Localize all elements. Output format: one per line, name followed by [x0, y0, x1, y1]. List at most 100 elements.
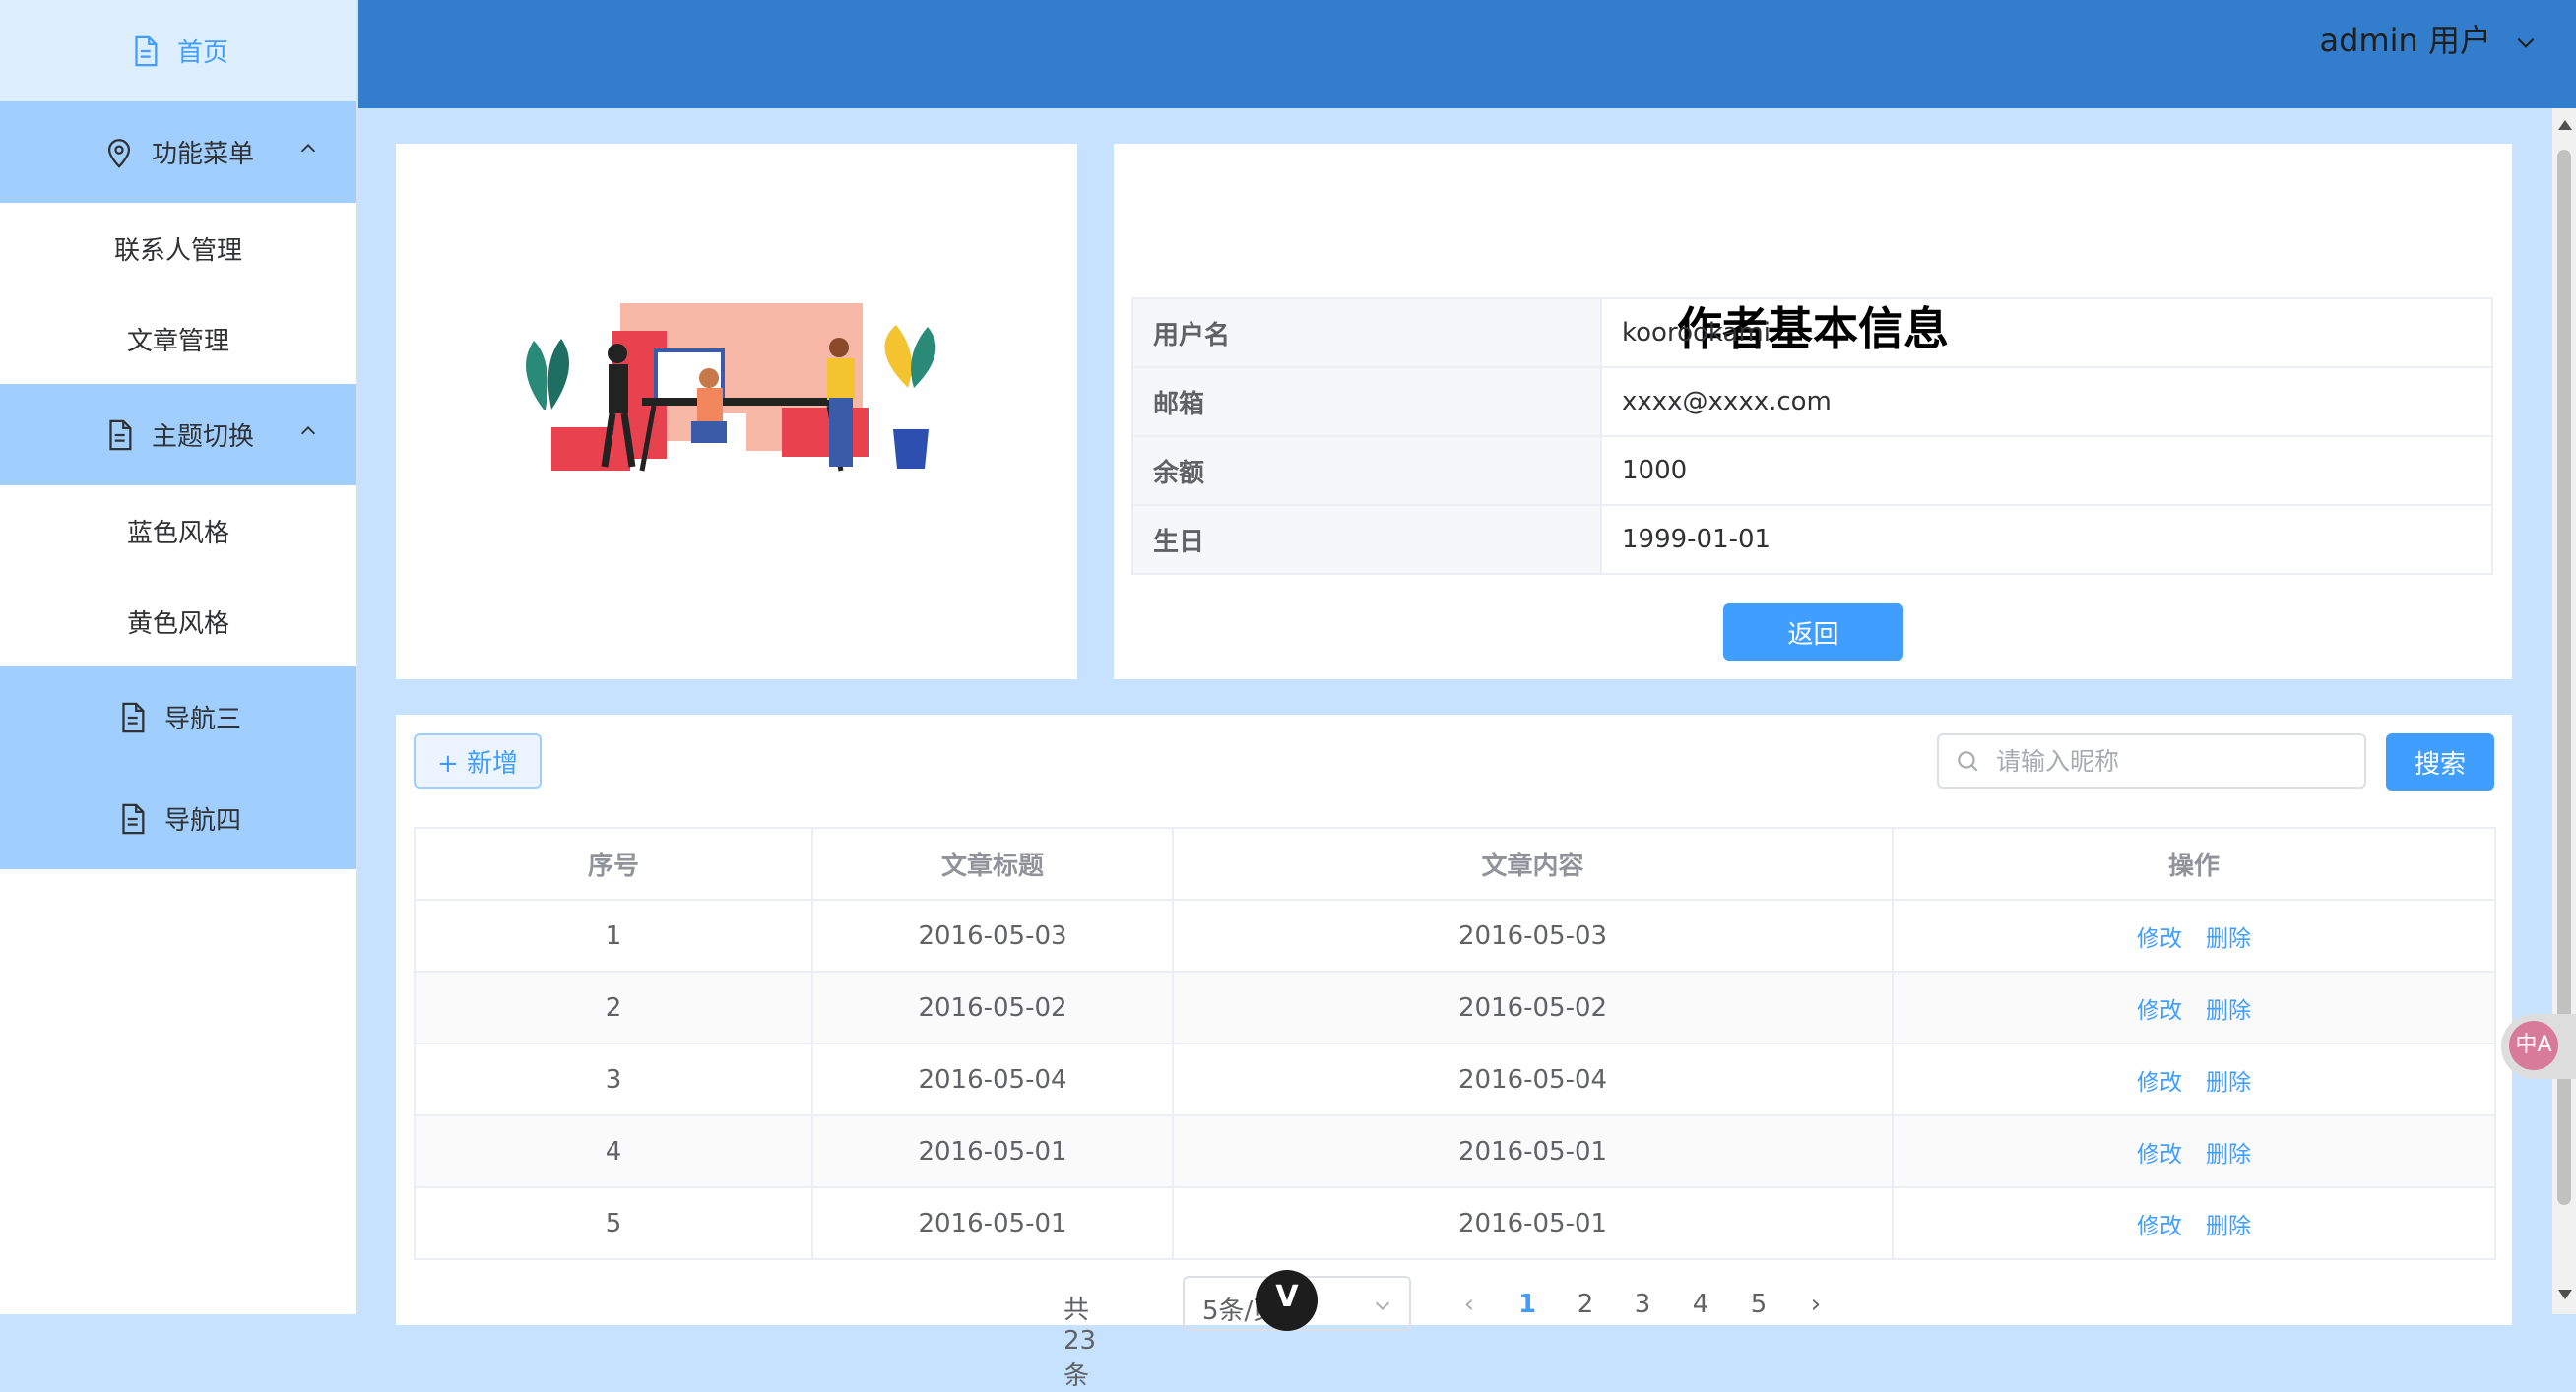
table-row: 3 2016-05-04 2016-05-04 修改 删除	[414, 1043, 2496, 1116]
table-row: 1 2016-05-03 2016-05-03 修改 删除	[414, 899, 2496, 973]
cell-actions: 修改 删除	[1892, 1043, 2496, 1116]
cell-index: 1	[414, 899, 813, 973]
sidebar-item-blue-theme[interactable]: 蓝色风格	[0, 485, 356, 576]
sidebar: 首页 功能菜单 联系人管理 文章管理 主题切换 蓝色风格 黄色风格 导航三 导航…	[0, 0, 358, 1314]
chevron-down-icon	[1372, 1294, 1393, 1315]
search-input[interactable]	[1994, 745, 2352, 777]
cell-index: 4	[414, 1114, 813, 1188]
team-illustration	[526, 303, 936, 472]
user-name: admin 用户	[2319, 22, 2491, 59]
author-info-table: 用户名 koorookami 邮箱 xxxx@xxxx.com 余额 1000 生日 1…	[1131, 297, 2493, 575]
sidebar-item-nav3[interactable]: 导航三	[0, 666, 356, 768]
sidebar-item-label: 主题切换	[151, 422, 254, 452]
pagination-total: 共 23 条	[1063, 1296, 1097, 1391]
sidebar-item-label: 黄色风格	[126, 608, 229, 639]
cell-content: 2016-05-03	[1172, 899, 1894, 973]
cell-actions: 修改 删除	[1892, 899, 2496, 973]
location-icon	[102, 136, 136, 169]
document-icon	[102, 418, 136, 452]
page-button-2[interactable]: 2	[1566, 1290, 1605, 1319]
page-scrollbar[interactable]	[2552, 108, 2576, 1314]
delete-link[interactable]: 删除	[2206, 926, 2251, 952]
cell-title: 2016-05-02	[811, 971, 1174, 1044]
illustration-card	[396, 144, 1077, 679]
cell-title: 2016-05-03	[811, 899, 1174, 973]
cell-title: 2016-05-04	[811, 1043, 1174, 1116]
sidebar-item-home[interactable]: 首页	[0, 0, 356, 101]
info-label: 余额	[1131, 435, 1602, 506]
delete-link[interactable]: 删除	[2206, 1214, 2251, 1239]
translate-icon: 中A	[2509, 1021, 2558, 1070]
translate-float-button[interactable]: 中A	[2501, 1014, 2576, 1079]
add-button[interactable]: + 新增	[414, 733, 542, 789]
chevron-up-icon	[297, 419, 319, 441]
cell-title: 2016-05-01	[811, 1186, 1174, 1260]
cell-actions: 修改 删除	[1892, 1186, 2496, 1260]
column-header: 文章标题	[811, 827, 1174, 901]
sidebar-item-label: 导航四	[163, 806, 241, 836]
cell-title: 2016-05-01	[811, 1114, 1174, 1188]
page-button-3[interactable]: 3	[1623, 1290, 1662, 1319]
page-button-1[interactable]: 1	[1508, 1290, 1547, 1319]
scroll-up-arrow[interactable]	[2558, 120, 2572, 130]
sidebar-item-yellow-theme[interactable]: 黄色风格	[0, 576, 356, 666]
table-row: 4 2016-05-01 2016-05-01 修改 删除	[414, 1114, 2496, 1188]
sidebar-item-label: 文章管理	[126, 326, 229, 356]
search-icon	[1955, 748, 1980, 774]
table-row: 5 2016-05-01 2016-05-01 修改 删除	[414, 1186, 2496, 1260]
delete-link[interactable]: 删除	[2206, 1070, 2251, 1096]
chevron-down-icon	[2513, 26, 2539, 51]
cell-actions: 修改 删除	[1892, 971, 2496, 1044]
vue-devtools-badge[interactable]: V	[1256, 1270, 1318, 1331]
edit-link[interactable]: 修改	[2137, 1142, 2182, 1168]
info-label: 邮箱	[1131, 366, 1602, 437]
column-header: 序号	[414, 827, 813, 901]
delete-link[interactable]: 删除	[2206, 998, 2251, 1024]
scroll-down-arrow[interactable]	[2558, 1290, 2572, 1299]
edit-link[interactable]: 修改	[2137, 1070, 2182, 1096]
cell-index: 3	[414, 1043, 813, 1116]
cell-content: 2016-05-01	[1172, 1114, 1894, 1188]
chevron-up-icon	[297, 137, 319, 158]
search-field[interactable]	[1937, 733, 2366, 789]
edit-link[interactable]: 修改	[2137, 1214, 2182, 1239]
edit-link[interactable]: 修改	[2137, 998, 2182, 1024]
page-button-4[interactable]: 4	[1681, 1290, 1720, 1319]
info-row: 余额 1000	[1131, 435, 2493, 506]
search-button[interactable]: 搜索	[2386, 733, 2494, 791]
sidebar-item-nav4[interactable]: 导航四	[0, 768, 356, 869]
sidebar-item-label: 首页	[176, 38, 228, 68]
sidebar-item-label: 联系人管理	[113, 235, 242, 266]
sidebar-submenu-theme[interactable]: 主题切换	[0, 384, 356, 485]
prev-page-button[interactable]: ‹	[1449, 1290, 1489, 1319]
page-button-5[interactable]: 5	[1739, 1290, 1778, 1319]
document-icon	[128, 34, 161, 68]
info-label: 用户名	[1131, 297, 1602, 368]
next-page-button[interactable]: ›	[1796, 1290, 1835, 1319]
sidebar-item-articles[interactable]: 文章管理	[0, 293, 356, 384]
cell-content: 2016-05-01	[1172, 1186, 1894, 1260]
document-icon	[115, 701, 149, 734]
top-header: admin 用户	[358, 0, 2576, 108]
cell-actions: 修改 删除	[1892, 1114, 2496, 1188]
article-table: 序号 文章标题 文章内容 操作 1 2016-05-03 2016-05-03 …	[414, 827, 2496, 1260]
table-header-row: 序号 文章标题 文章内容 操作	[414, 827, 2496, 901]
sidebar-item-contacts[interactable]: 联系人管理	[0, 203, 356, 293]
document-icon	[115, 802, 149, 836]
table-row: 2 2016-05-02 2016-05-02 修改 删除	[414, 971, 2496, 1044]
sidebar-item-label: 功能菜单	[151, 140, 254, 169]
column-header: 文章内容	[1172, 827, 1894, 901]
column-header: 操作	[1892, 827, 2496, 901]
info-row: 生日 1999-01-01	[1131, 504, 2493, 575]
author-info-card: 作者基本信息 用户名 koorookami 邮箱 xxxx@xxxx.com 余额 1…	[1114, 144, 2512, 679]
info-value: xxxx@xxxx.com	[1600, 366, 2493, 437]
info-row: 邮箱 xxxx@xxxx.com	[1131, 366, 2493, 437]
sidebar-submenu-functions[interactable]: 功能菜单	[0, 101, 356, 203]
back-button[interactable]: 返回	[1723, 603, 1903, 661]
sidebar-item-label: 导航三	[163, 705, 241, 734]
delete-link[interactable]: 删除	[2206, 1142, 2251, 1168]
info-label: 生日	[1131, 504, 1602, 575]
edit-link[interactable]: 修改	[2137, 926, 2182, 952]
cell-index: 2	[414, 971, 813, 1044]
user-dropdown[interactable]: admin 用户	[2320, 16, 2539, 61]
